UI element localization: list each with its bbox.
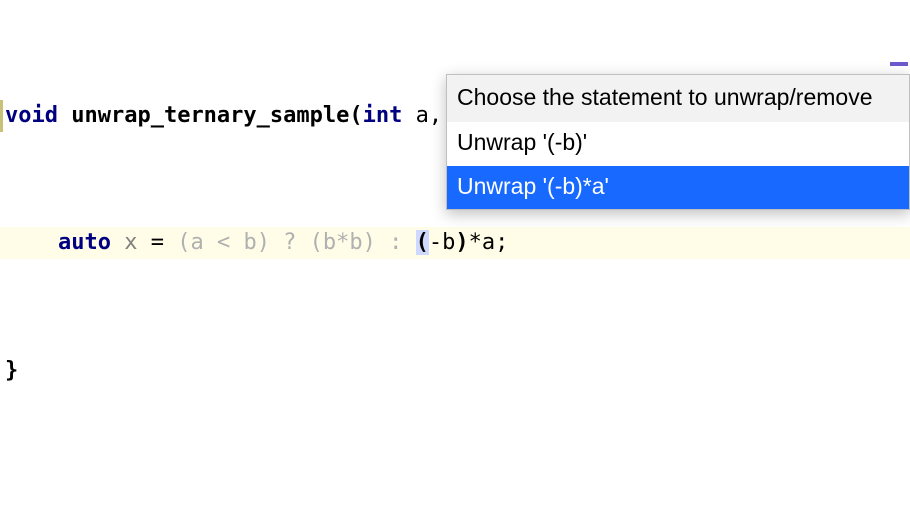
variable-x: x: [124, 230, 137, 255]
function-name: unwrap_ternary_sample: [71, 103, 349, 128]
code-line[interactable]: }: [0, 355, 910, 387]
scrollbar-marker: [890, 62, 908, 66]
brace-close: }: [5, 358, 18, 383]
indent: [5, 230, 58, 255]
neg-b: -b: [429, 230, 456, 255]
keyword-void: void: [5, 103, 58, 128]
keyword-int: int: [363, 103, 403, 128]
popup-title: Choose the statement to unwrap/remove: [447, 75, 909, 122]
selection-paren-open: (: [416, 230, 429, 255]
paren-open: (: [349, 103, 362, 128]
dimmed-ternary: (a < b) ? (b*b) :: [177, 230, 415, 255]
popup-item-unwrap-negb[interactable]: Unwrap '(-b)': [447, 122, 909, 165]
code-line-blank[interactable]: [0, 482, 910, 514]
code-line-current[interactable]: auto x = (a < b) ? (b*b) : (-b)*a;: [0, 227, 910, 259]
keyword-auto: auto: [58, 230, 111, 255]
popup-item-unwrap-negb-times-a[interactable]: Unwrap '(-b)*a': [447, 166, 909, 209]
unwrap-popup: Choose the statement to unwrap/remove Un…: [446, 74, 910, 210]
param-a: a: [416, 103, 429, 128]
tail-expr: *a;: [469, 230, 509, 255]
equals: =: [137, 230, 177, 255]
selection-paren-close: ): [455, 230, 468, 255]
code-editor[interactable]: void unwrap_ternary_sample(int a, int b)…: [0, 0, 910, 516]
